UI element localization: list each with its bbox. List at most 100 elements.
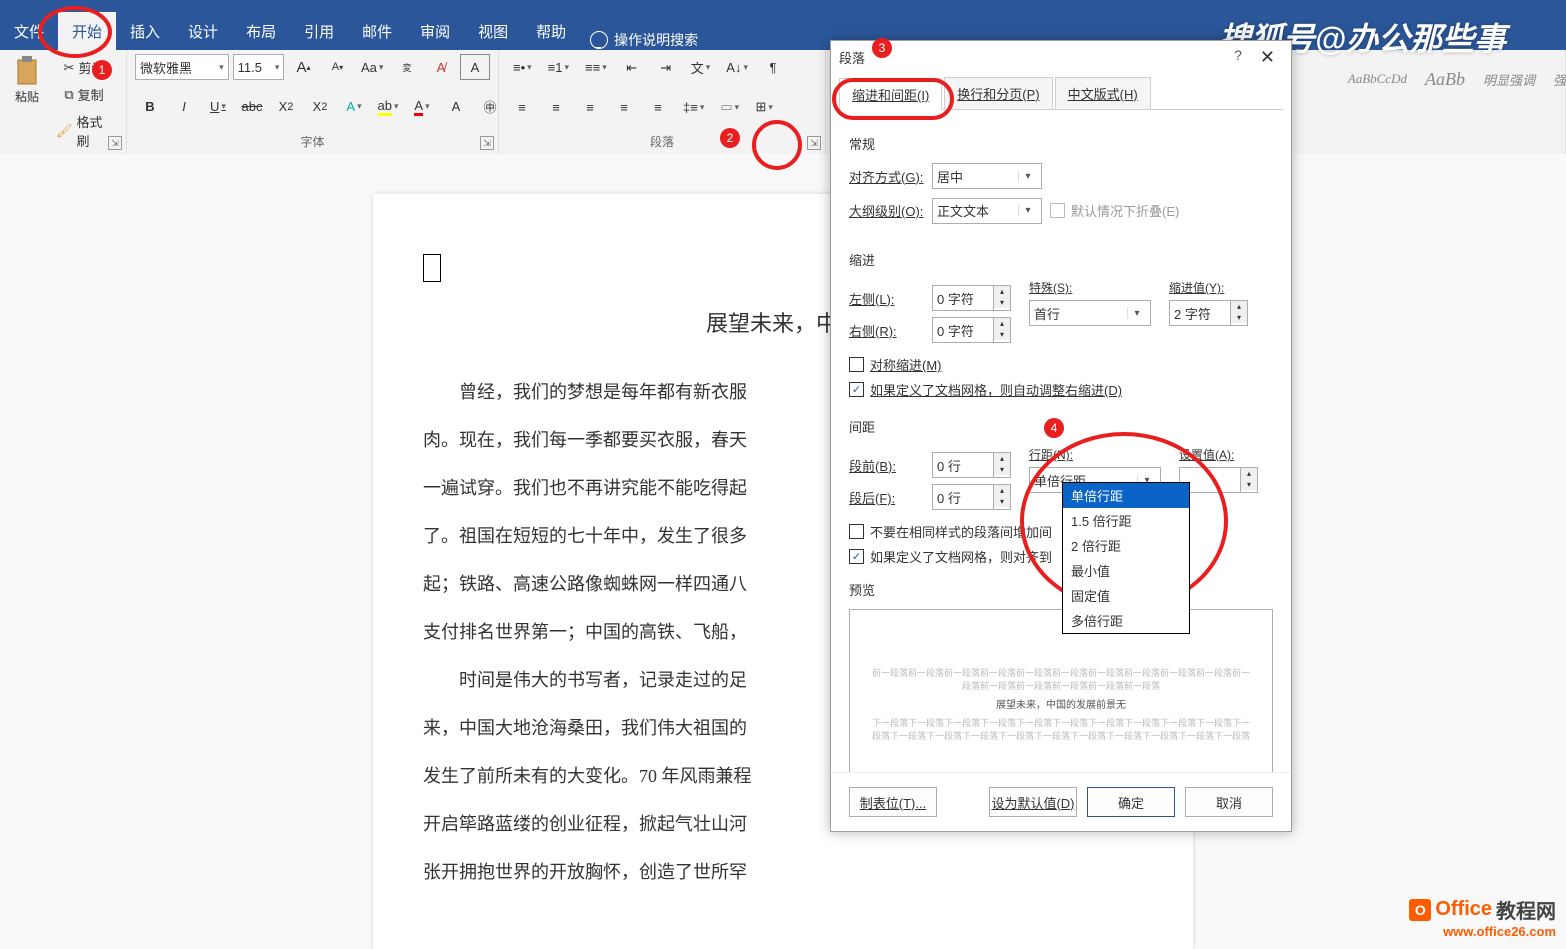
dropdown-item-single[interactable]: 单倍行距 — [1063, 483, 1189, 508]
dropdown-item-1-5[interactable]: 1.5 倍行距 — [1063, 508, 1189, 533]
special-value: 首行 — [1034, 304, 1060, 323]
font-name-select[interactable]: 微软雅黑 — [135, 54, 229, 80]
character-shading-button[interactable]: A — [441, 94, 471, 120]
paragraph-launcher[interactable]: ⇲ — [807, 136, 821, 150]
tab-review[interactable]: 审阅 — [406, 12, 464, 50]
superscript-button[interactable]: X2 — [305, 94, 335, 120]
tab-file[interactable]: 文件 — [0, 12, 58, 50]
snap-grid-checkbox[interactable]: ✓ — [849, 549, 864, 564]
italic-button[interactable]: I — [169, 94, 199, 120]
spinner-up-icon[interactable]: ▴ — [1241, 468, 1257, 479]
spinner-up-icon[interactable]: ▴ — [1231, 301, 1247, 312]
align-right-button[interactable]: ≡ — [575, 94, 605, 120]
set-default-button[interactable]: 设为默认值(D) — [989, 787, 1077, 817]
brush-icon: 🖌 — [56, 123, 73, 139]
style-item-2[interactable]: AaBb — [1425, 69, 1465, 90]
font-launcher[interactable]: ⇲ — [480, 136, 494, 150]
style-item-3[interactable]: 明显强调 — [1483, 70, 1535, 89]
show-marks-button[interactable]: ¶ — [758, 55, 788, 81]
preview-before-text: 前一段落前一段落前一段落前一段落前一段落前一段落前一段落前一段落前一段落前一段落… — [870, 667, 1252, 694]
sort-button[interactable]: A↓ — [720, 55, 754, 81]
line-spacing-dropdown[interactable]: 单倍行距 1.5 倍行距 2 倍行距 最小值 固定值 多倍行距 — [1062, 482, 1190, 634]
dropdown-item-multiple[interactable]: 多倍行距 — [1063, 608, 1189, 633]
tab-home[interactable]: 开始 — [58, 12, 116, 50]
tab-view[interactable]: 视图 — [464, 12, 522, 50]
special-combo[interactable]: 首行▾ — [1029, 300, 1151, 326]
tell-me-search[interactable]: 操作说明搜索 — [590, 30, 698, 50]
numbering-button[interactable]: ≡1 — [542, 55, 575, 81]
spinner-up-icon[interactable]: ▴ — [994, 453, 1010, 464]
brand-text-2: 教程网 — [1496, 895, 1556, 924]
dropdown-item-double[interactable]: 2 倍行距 — [1063, 533, 1189, 558]
borders-button[interactable]: ⊞ — [749, 94, 779, 120]
mirror-indent-checkbox[interactable] — [849, 357, 864, 372]
spinner-down-icon[interactable]: ▾ — [994, 297, 1010, 308]
paragraph-group-label: 段落 — [507, 133, 817, 152]
spinner-up-icon[interactable]: ▴ — [994, 485, 1010, 496]
spinner-down-icon[interactable]: ▾ — [1241, 479, 1257, 490]
bullets-button[interactable]: ≡• — [507, 55, 538, 81]
tabs-button[interactable]: 制表位(T)... — [849, 787, 937, 817]
tab-insert[interactable]: 插入 — [116, 12, 174, 50]
ok-button[interactable]: 确定 — [1087, 787, 1175, 817]
clipboard-launcher[interactable]: ⇲ — [108, 136, 122, 150]
shading-button[interactable]: ▭ — [714, 94, 745, 120]
autogrid-indent-checkbox[interactable]: ✓ — [849, 382, 864, 397]
align-left-button[interactable]: ≡ — [507, 94, 537, 120]
underline-button[interactable]: U — [203, 94, 233, 120]
grow-font-button[interactable]: A▴ — [288, 54, 318, 80]
copy-button[interactable]: ⧉复制 — [50, 81, 118, 108]
enclose-char-button[interactable]: A — [460, 54, 490, 80]
align-combo[interactable]: 居中▾ — [932, 163, 1042, 189]
shrink-font-button[interactable]: A▾ — [322, 54, 352, 80]
style-item-1[interactable]: AaBbCcDd — [1348, 71, 1407, 87]
font-size-select[interactable]: 11.5 — [233, 54, 285, 80]
highlight-button[interactable]: ab — [373, 94, 403, 120]
indent-right-spinner[interactable]: 0 字符▴▾ — [932, 317, 1011, 343]
paste-button[interactable]: 粘贴 — [8, 54, 46, 107]
tab-help[interactable]: 帮助 — [522, 12, 580, 50]
indent-left-spinner[interactable]: 0 字符▴▾ — [932, 285, 1011, 311]
spinner-down-icon[interactable]: ▾ — [994, 464, 1010, 475]
dialog-tab-chinese[interactable]: 中文版式(H) — [1055, 77, 1151, 109]
space-before-spinner[interactable]: 0 行▴▾ — [932, 452, 1011, 478]
justify-button[interactable]: ≡ — [609, 94, 639, 120]
tab-references[interactable]: 引用 — [290, 12, 348, 50]
spinner-down-icon[interactable]: ▾ — [1231, 312, 1247, 323]
dropdown-item-atleast[interactable]: 最小值 — [1063, 558, 1189, 583]
dialog-help-button[interactable]: ? — [1224, 47, 1252, 68]
distribute-button[interactable]: ≡ — [643, 94, 673, 120]
style-item-4[interactable]: 强 — [1553, 70, 1566, 89]
increase-indent-button[interactable]: ⇥ — [651, 55, 681, 81]
subscript-button[interactable]: X2 — [271, 94, 301, 120]
bold-button[interactable]: B — [135, 94, 165, 120]
align-center-button[interactable]: ≡ — [541, 94, 571, 120]
spinner-down-icon[interactable]: ▾ — [994, 329, 1010, 340]
dialog-close-button[interactable]: ✕ — [1252, 47, 1283, 68]
phonetic-guide-button[interactable]: 変 — [392, 54, 422, 80]
spinner-down-icon[interactable]: ▾ — [994, 496, 1010, 507]
spinner-up-icon[interactable]: ▴ — [994, 318, 1010, 329]
line-spacing-button[interactable]: ‡≡ — [677, 94, 710, 120]
decrease-indent-button[interactable]: ⇤ — [617, 55, 647, 81]
tab-design[interactable]: 设计 — [174, 12, 232, 50]
indent-by-spinner[interactable]: 2 字符▴▾ — [1169, 300, 1273, 326]
font-color-button[interactable]: A — [407, 94, 437, 120]
clear-formatting-button[interactable]: A̸ — [426, 54, 456, 80]
tab-layout[interactable]: 布局 — [232, 12, 290, 50]
strikethrough-button[interactable]: abc — [237, 94, 267, 120]
spinner-up-icon[interactable]: ▴ — [994, 286, 1010, 297]
spacing-at-spinner[interactable]: ▴▾ — [1179, 467, 1273, 493]
no-same-style-spacing-checkbox[interactable] — [849, 524, 864, 539]
cancel-button[interactable]: 取消 — [1185, 787, 1273, 817]
space-after-spinner[interactable]: 0 行▴▾ — [932, 484, 1011, 510]
outline-combo[interactable]: 正文文本▾ — [932, 198, 1042, 224]
dialog-tab-indent[interactable]: 缩进和间距(I) — [839, 78, 942, 110]
dialog-tab-pagebreak[interactable]: 换行和分页(P) — [944, 77, 1052, 109]
paste-label: 粘贴 — [15, 88, 39, 105]
change-case-button[interactable]: Aa — [356, 54, 388, 80]
multilevel-button[interactable]: ≡≡ — [579, 55, 613, 81]
text-direction-button[interactable]: 文 — [685, 54, 717, 81]
text-effects-button[interactable]: A — [339, 94, 369, 120]
tab-mail[interactable]: 邮件 — [348, 12, 406, 50]
